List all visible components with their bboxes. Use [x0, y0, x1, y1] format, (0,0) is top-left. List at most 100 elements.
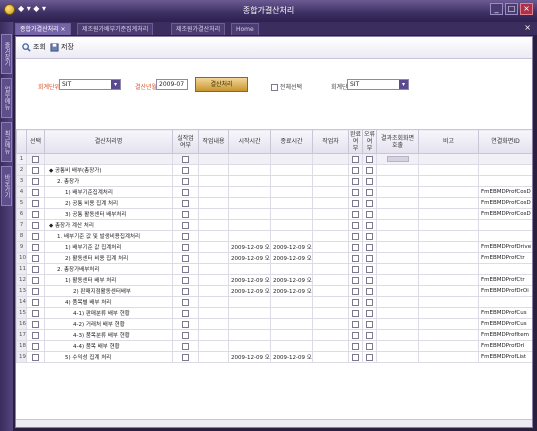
horizontal-scrollbar[interactable]	[16, 419, 532, 427]
actual-work-checkbox[interactable]	[172, 296, 199, 308]
error-checkbox[interactable]	[362, 263, 377, 275]
process-name[interactable]: 2) 판매지점활동센터배부	[44, 285, 173, 297]
table-row[interactable]: 5 2) 공통 비용 집계 처리 FmEBMDProfCosD	[16, 197, 532, 209]
checkbox[interactable]	[32, 265, 39, 273]
table-row[interactable]: 18 4-4) 품목 배부 현황 FmEBMDProfDrl	[16, 340, 532, 352]
col-end-time[interactable]: 종료시간	[270, 129, 313, 154]
select-checkbox[interactable]	[26, 186, 45, 198]
error-checkbox[interactable]	[362, 164, 377, 176]
period-input[interactable]: 2009-07	[156, 79, 188, 90]
checkbox[interactable]	[352, 210, 359, 218]
table-row[interactable]: 10 2) 활동센터 비용 집계 처리 2009-12-09 오후 2009-12-0…	[16, 252, 532, 264]
checkbox[interactable]	[32, 243, 39, 251]
checkbox[interactable]	[182, 232, 189, 240]
checkbox[interactable]	[182, 309, 189, 317]
checkbox[interactable]	[182, 221, 189, 229]
process-name[interactable]: 2. 총장가배부처리	[44, 263, 173, 275]
checkbox[interactable]	[352, 243, 359, 251]
checkbox[interactable]	[366, 210, 373, 218]
process-name[interactable]: 3) 공통 활동센터 배부처리	[44, 208, 173, 220]
checkbox[interactable]	[352, 320, 359, 328]
select-checkbox[interactable]	[26, 252, 45, 264]
actual-work-checkbox[interactable]	[172, 186, 199, 198]
checkbox[interactable]	[182, 155, 189, 163]
checkbox[interactable]	[352, 254, 359, 262]
table-row[interactable]: 1	[16, 153, 532, 165]
actual-work-checkbox[interactable]	[172, 285, 199, 297]
checkbox[interactable]	[352, 155, 359, 163]
table-row[interactable]: 12 1) 활동센터 배부 처리 2009-12-09 오후 2009-12-09 오…	[16, 274, 532, 286]
process-name[interactable]: ◆ 총장가 계산 처리	[44, 219, 173, 231]
table-row[interactable]: 2 ◆ 공통비 배부(총장가)	[16, 164, 532, 176]
checkbox[interactable]	[352, 342, 359, 350]
checkbox[interactable]	[32, 210, 39, 218]
actual-work-checkbox[interactable]	[172, 329, 199, 341]
company-select[interactable]: SIT ▾	[59, 79, 121, 90]
actual-work-checkbox[interactable]	[172, 351, 199, 363]
error-checkbox[interactable]	[362, 307, 377, 319]
checkbox[interactable]	[32, 199, 39, 207]
actual-work-checkbox[interactable]	[172, 153, 199, 165]
completed-checkbox[interactable]	[348, 164, 363, 176]
select-checkbox[interactable]	[26, 318, 45, 330]
checkbox[interactable]	[352, 298, 359, 306]
checkbox[interactable]	[352, 265, 359, 273]
table-row[interactable]: 13 2) 판매지점활동센터배부 2009-12-09 오후 2009-12-09 오…	[16, 285, 532, 297]
close-tab-icon[interactable]: ×	[524, 23, 531, 32]
table-row[interactable]: 3 2. 총장가	[16, 175, 532, 187]
error-checkbox[interactable]	[362, 340, 377, 352]
actual-work-checkbox[interactable]	[172, 230, 199, 242]
completed-checkbox[interactable]	[348, 340, 363, 352]
table-row[interactable]: 16 4-2) 거래처 배부 현황 FmEBMDProfCus	[16, 318, 532, 330]
completed-checkbox[interactable]	[348, 175, 363, 187]
process-name[interactable]: 1. 배부기준 값 및 발생비용집계처리	[44, 230, 173, 242]
completed-checkbox[interactable]	[348, 318, 363, 330]
actual-work-checkbox[interactable]	[172, 219, 199, 231]
select-checkbox[interactable]	[26, 329, 45, 341]
checkbox[interactable]	[366, 177, 373, 185]
checkbox[interactable]	[366, 298, 373, 306]
completed-checkbox[interactable]	[348, 230, 363, 242]
tab-total-cost-settlement[interactable]: 종합가결산처리 ×	[15, 23, 71, 35]
checkbox[interactable]	[352, 177, 359, 185]
unit-select[interactable]: SIT ▾	[347, 79, 409, 90]
process-name[interactable]: ◆ 공통비 배부(총장가)	[44, 164, 173, 176]
error-checkbox[interactable]	[362, 318, 377, 330]
col-process-name[interactable]: 결산처리명	[44, 129, 173, 154]
process-name[interactable]: 1) 배부기준 값 집계처리	[44, 241, 173, 253]
process-name[interactable]: 5) 수익성 집계 처리	[44, 351, 173, 363]
col-work-content[interactable]: 작업내용	[198, 129, 229, 154]
checkbox[interactable]	[366, 166, 373, 174]
completed-checkbox[interactable]	[348, 208, 363, 220]
actual-work-checkbox[interactable]	[172, 175, 199, 187]
table-row[interactable]: 9 1) 배부기준 값 집계처리 2009-12-09 오후 2009-12-09 오…	[16, 241, 532, 253]
checkbox[interactable]	[366, 221, 373, 229]
checkbox[interactable]	[32, 287, 39, 295]
actual-work-checkbox[interactable]	[172, 263, 199, 275]
process-name[interactable]: 1) 배부기준집계처리	[44, 186, 173, 198]
error-checkbox[interactable]	[362, 197, 377, 209]
table-row[interactable]: 6 3) 공통 활동센터 배부처리 FmEBMDProfCosD	[16, 208, 532, 220]
select-checkbox[interactable]	[26, 208, 45, 220]
checkbox[interactable]	[182, 298, 189, 306]
checkbox[interactable]	[32, 331, 39, 339]
checkbox[interactable]	[32, 177, 39, 185]
checkbox[interactable]	[182, 243, 189, 251]
checkbox[interactable]	[366, 232, 373, 240]
checkbox[interactable]	[352, 353, 359, 361]
close-window-button[interactable]: ×	[520, 3, 533, 15]
process-name[interactable]: 2. 총장가	[44, 175, 173, 187]
col-note[interactable]: 비고	[418, 129, 479, 154]
error-checkbox[interactable]	[362, 274, 377, 286]
checkbox[interactable]	[182, 320, 189, 328]
checkbox[interactable]	[352, 188, 359, 196]
checkbox[interactable]	[366, 199, 373, 207]
completed-checkbox[interactable]	[348, 219, 363, 231]
error-checkbox[interactable]	[362, 252, 377, 264]
select-checkbox[interactable]	[26, 230, 45, 242]
process-name[interactable]: 2) 활동센터 비용 집계 처리	[44, 252, 173, 264]
checkbox[interactable]	[366, 342, 373, 350]
checkbox[interactable]	[32, 232, 39, 240]
checkbox[interactable]	[182, 331, 189, 339]
checkbox[interactable]	[352, 221, 359, 229]
